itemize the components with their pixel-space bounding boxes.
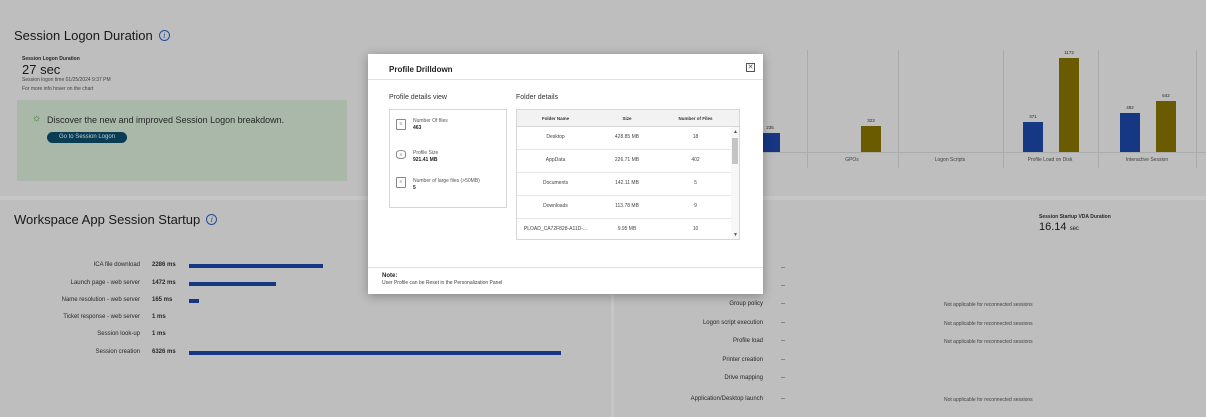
- folder-cell: Downloads: [543, 203, 568, 209]
- note-text: User Profile can be Reset in the Persona…: [382, 280, 503, 286]
- folder-cell: 113.78 MB: [615, 203, 639, 209]
- folder-cell: 428.85 MB: [614, 134, 640, 140]
- file-icon: ≡: [396, 119, 406, 130]
- folder-cell: 402: [691, 157, 700, 163]
- profile-item-value: 463: [413, 125, 422, 131]
- row-divider: [517, 195, 731, 196]
- row-divider: [517, 149, 731, 150]
- folder-cell: 5: [694, 180, 697, 186]
- folder-table: Folder Name Size Number of Files Desktop…: [516, 109, 740, 240]
- row-divider: [517, 218, 731, 219]
- profile-item-value: 5: [413, 185, 416, 191]
- divider: [368, 267, 763, 268]
- profile-item-value: 921.41 MB: [413, 157, 438, 163]
- column-header[interactable]: Number of Files: [660, 116, 731, 121]
- modal-title: Profile Drilldown: [389, 65, 453, 74]
- file-icon: ≡: [396, 177, 406, 188]
- folder-cell: 9.95 MB: [617, 226, 637, 232]
- folder-cell: PLOAD_CA72F828-A11D-...: [523, 226, 588, 232]
- column-header[interactable]: Folder Name: [517, 116, 594, 121]
- profile-details-box: ≡ Number Of files 463 ≡ Profile Size 921…: [389, 109, 507, 208]
- folder-details-title: Folder details: [516, 94, 559, 101]
- divider: [368, 79, 763, 80]
- close-icon[interactable]: ✕: [746, 63, 755, 72]
- folder-cell: AppData: [545, 157, 566, 163]
- folder-cell: Desktop: [546, 134, 565, 140]
- profile-item-label: Profile Size: [413, 150, 439, 156]
- database-icon: ≡: [396, 150, 406, 159]
- folder-cell: 226.71 MB: [614, 157, 640, 163]
- scroll-down-icon[interactable]: ▼: [732, 232, 739, 238]
- profile-item-label: Number of large files (>50MB): [413, 178, 480, 184]
- scroll-up-icon[interactable]: ▲: [732, 129, 739, 135]
- note-label: Note:: [382, 273, 398, 279]
- folder-cell: 142.11 MB: [615, 180, 639, 186]
- folder-cell: 10: [692, 226, 699, 232]
- folder-cell: 18: [692, 134, 699, 140]
- column-header[interactable]: Size: [594, 116, 660, 121]
- scrollbar-thumb[interactable]: [732, 138, 738, 164]
- folder-cell: Documents: [542, 180, 569, 186]
- profile-item-label: Number Of files: [413, 118, 448, 124]
- folder-cell: 9: [694, 203, 697, 209]
- profile-drilldown-modal: Profile Drilldown ✕ Profile details view…: [368, 54, 763, 294]
- row-divider: [517, 172, 731, 173]
- folder-table-header: Folder Name Size Number of Files: [517, 110, 739, 127]
- profile-details-title: Profile details view: [389, 94, 447, 101]
